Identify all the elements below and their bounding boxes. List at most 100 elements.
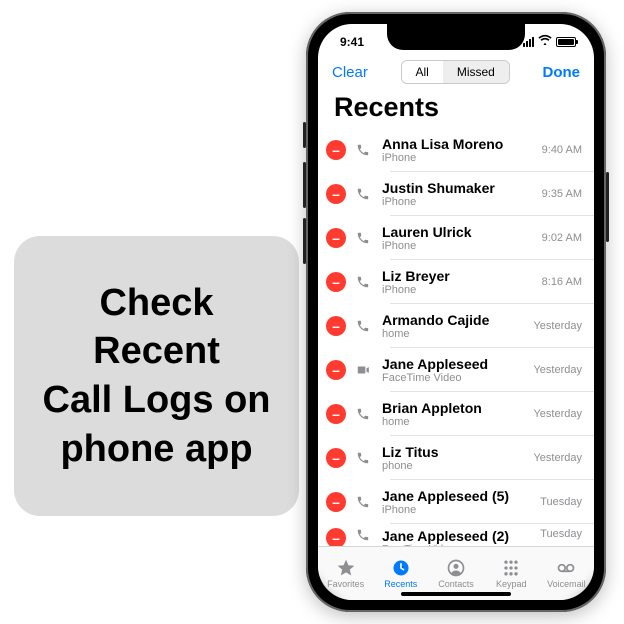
caption-text: CheckRecentCall Logs onphone app — [43, 279, 271, 474]
page-title: Recents — [334, 92, 439, 123]
call-time: Yesterday — [533, 320, 594, 332]
delete-icon[interactable]: – — [326, 448, 346, 468]
call-info: Jane AppleseedFaceTime Video — [382, 356, 533, 384]
tab-favorites-label: Favorites — [327, 579, 364, 589]
call-name: Jane Appleseed (5) — [382, 488, 540, 504]
call-row[interactable]: – Armando CajidehomeYesterday — [318, 304, 594, 348]
phone-outgoing-icon — [356, 143, 372, 157]
call-name: Armando Cajide — [382, 312, 533, 328]
phone-outgoing-icon — [356, 407, 372, 421]
delete-icon[interactable]: – — [326, 492, 346, 512]
call-time: 8:16 AM — [542, 276, 594, 288]
phone-outgoing-icon — [356, 528, 372, 542]
status-right — [523, 35, 576, 49]
phone-frame: 9:41 Clear All Missed Done Recents – Anna… — [306, 12, 606, 612]
clear-button[interactable]: Clear — [332, 64, 368, 81]
call-time: Tuesday — [540, 528, 594, 540]
volume-down-button — [303, 218, 306, 264]
star-icon — [336, 558, 356, 578]
segmented-control[interactable]: All Missed — [401, 60, 510, 84]
home-indicator[interactable] — [401, 592, 511, 596]
call-name: Brian Appleton — [382, 400, 533, 416]
voicemail-icon — [556, 558, 576, 578]
call-time: Yesterday — [533, 452, 594, 464]
signal-icon — [523, 37, 534, 47]
delete-icon[interactable]: – — [326, 272, 346, 292]
call-info: Liz BreyeriPhone — [382, 268, 542, 296]
call-time: 9:35 AM — [542, 188, 594, 200]
call-name: Lauren Ulrick — [382, 224, 542, 240]
phone-outgoing-icon — [356, 187, 372, 201]
video-icon — [356, 363, 372, 377]
delete-icon[interactable]: – — [326, 184, 346, 204]
call-row[interactable]: – Jane Appleseed (2)FaceTime VideoTuesday — [318, 524, 594, 546]
tab-voicemail-label: Voicemail — [547, 579, 586, 589]
call-info: Anna Lisa MorenoiPhone — [382, 136, 542, 164]
done-button[interactable]: Done — [543, 64, 581, 81]
phone-outgoing-icon — [356, 451, 372, 465]
call-sub: iPhone — [382, 284, 542, 296]
call-info: Lauren UlrickiPhone — [382, 224, 542, 252]
delete-icon[interactable]: – — [326, 528, 346, 546]
status-time: 9:41 — [340, 35, 364, 49]
delete-icon[interactable]: – — [326, 360, 346, 380]
notch — [387, 24, 525, 50]
phone-outgoing-icon — [356, 231, 372, 245]
call-info: Jane Appleseed (5)iPhone — [382, 488, 540, 516]
tab-keypad-label: Keypad — [496, 579, 527, 589]
phone-screen: 9:41 Clear All Missed Done Recents – Anna… — [318, 24, 594, 600]
call-row[interactable]: – Brian AppletonhomeYesterday — [318, 392, 594, 436]
caption-box: CheckRecentCall Logs onphone app — [14, 236, 299, 516]
call-sub: FaceTime Video — [382, 372, 533, 384]
call-row[interactable]: – Liz TitusphoneYesterday — [318, 436, 594, 480]
call-name: Liz Titus — [382, 444, 533, 460]
segment-missed[interactable]: Missed — [443, 61, 509, 83]
call-sub: home — [382, 416, 533, 428]
phone-outgoing-icon — [356, 275, 372, 289]
call-row[interactable]: – Lauren UlrickiPhone9:02 AM — [318, 216, 594, 260]
call-sub: iPhone — [382, 152, 542, 164]
call-sub: home — [382, 328, 533, 340]
tab-voicemail[interactable]: Voicemail — [539, 547, 594, 600]
call-sub: iPhone — [382, 504, 540, 516]
call-sub: iPhone — [382, 240, 542, 252]
call-time: Yesterday — [533, 408, 594, 420]
delete-icon[interactable]: – — [326, 140, 346, 160]
volume-up-button — [303, 162, 306, 208]
call-name: Jane Appleseed (2) — [382, 528, 540, 544]
delete-icon[interactable]: – — [326, 228, 346, 248]
contact-icon — [446, 558, 466, 578]
call-time: 9:02 AM — [542, 232, 594, 244]
call-sub: phone — [382, 460, 533, 472]
tab-favorites[interactable]: Favorites — [318, 547, 373, 600]
call-row[interactable]: – Anna Lisa MorenoiPhone9:40 AM — [318, 128, 594, 172]
call-name: Jane Appleseed — [382, 356, 533, 372]
call-row[interactable]: – Liz BreyeriPhone8:16 AM — [318, 260, 594, 304]
call-name: Justin Shumaker — [382, 180, 542, 196]
call-name: Anna Lisa Moreno — [382, 136, 542, 152]
call-info: Armando Cajidehome — [382, 312, 533, 340]
mute-switch — [303, 122, 306, 148]
phone-outgoing-icon — [356, 495, 372, 509]
clock-icon — [391, 558, 411, 578]
call-time: Yesterday — [533, 364, 594, 376]
call-row[interactable]: – Jane AppleseedFaceTime VideoYesterday — [318, 348, 594, 392]
call-info: Jane Appleseed (2)FaceTime Video — [382, 528, 540, 546]
recents-list[interactable]: –Anna Lisa MorenoiPhone9:40 AM–Justin Sh… — [318, 128, 594, 546]
delete-icon[interactable]: – — [326, 404, 346, 424]
wifi-icon — [538, 34, 552, 48]
call-time: 9:40 AM — [542, 144, 594, 156]
keypad-icon — [501, 558, 521, 578]
delete-icon[interactable]: – — [326, 316, 346, 336]
call-time: Tuesday — [540, 496, 594, 508]
phone-outgoing-icon — [356, 319, 372, 333]
call-row[interactable]: – Jane Appleseed (5)iPhoneTuesday — [318, 480, 594, 524]
call-info: Justin ShumakeriPhone — [382, 180, 542, 208]
call-name: Liz Breyer — [382, 268, 542, 284]
tab-contacts-label: Contacts — [438, 579, 474, 589]
segment-all[interactable]: All — [402, 61, 443, 83]
call-row[interactable]: – Justin ShumakeriPhone9:35 AM — [318, 172, 594, 216]
tab-recents-label: Recents — [384, 579, 417, 589]
call-info: Liz Titusphone — [382, 444, 533, 472]
call-info: Brian Appletonhome — [382, 400, 533, 428]
